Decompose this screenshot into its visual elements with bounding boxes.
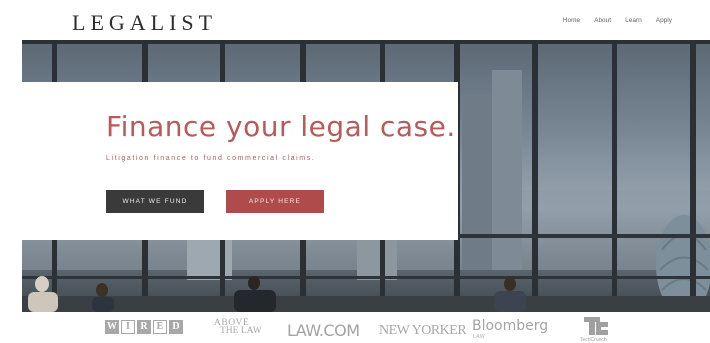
above-the-law-line2: THE LAW bbox=[220, 326, 262, 336]
wired-logo: W I R E D bbox=[105, 320, 183, 334]
nav-home[interactable]: Home bbox=[563, 17, 580, 24]
techcrunch-label: TechCrunch bbox=[580, 337, 607, 343]
nav-about[interactable]: About bbox=[594, 17, 611, 24]
apply-here-button[interactable]: APPLY HERE bbox=[226, 190, 324, 213]
hero-headline: Finance your legal case. bbox=[106, 110, 456, 143]
bloomberg-law-logo: Bloomberg bbox=[472, 318, 549, 334]
what-we-fund-button[interactable]: WHAT WE FUND bbox=[106, 190, 204, 213]
top-nav: Home About Learn Apply bbox=[563, 17, 672, 24]
hero-card: Finance your legal case. Litigation fina… bbox=[22, 82, 458, 240]
wired-letter: I bbox=[121, 320, 135, 334]
lawcom-logo: LAW.COM bbox=[287, 321, 360, 340]
legalist-logo[interactable]: LEGALIST bbox=[72, 10, 217, 36]
bloomberg-law-sub: LAW bbox=[473, 334, 486, 340]
wired-letter: D bbox=[169, 320, 183, 334]
site-header: LEGALIST Home About Learn Apply bbox=[0, 0, 710, 40]
techcrunch-icon bbox=[584, 317, 608, 335]
wired-letter: E bbox=[153, 320, 167, 334]
hero-section: Finance your legal case. Litigation fina… bbox=[22, 40, 710, 312]
new-yorker-logo: NEW YORKER bbox=[379, 323, 467, 338]
press-logos-strip: W I R E D ABOVE THE LAW LAW.COM NEW YORK… bbox=[0, 312, 710, 343]
wired-letter: W bbox=[105, 320, 119, 334]
nav-learn[interactable]: Learn bbox=[625, 17, 642, 24]
wired-letter: R bbox=[137, 320, 151, 334]
nav-apply[interactable]: Apply bbox=[656, 17, 672, 24]
hero-subhead: Litigation finance to fund commercial cl… bbox=[106, 155, 316, 162]
above-the-law-logo: ABOVE THE LAW bbox=[214, 318, 262, 336]
